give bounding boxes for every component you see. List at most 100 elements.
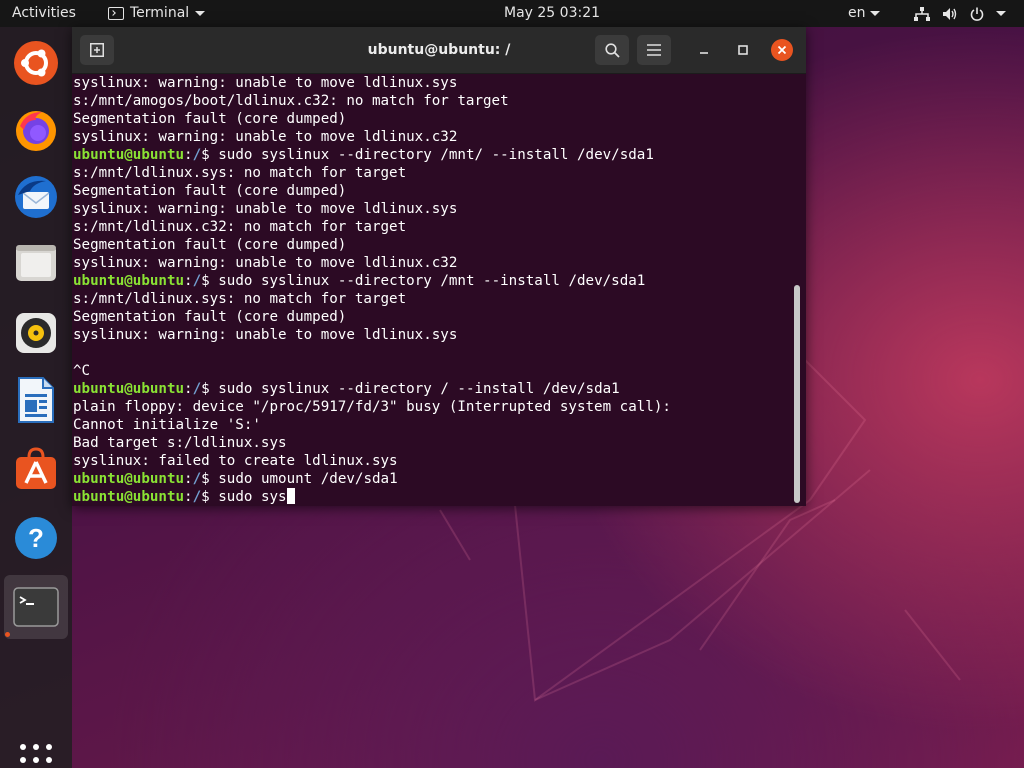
output-line: s:/mnt/amogos/boot/ldlinux.c32: no match… — [73, 93, 509, 109]
terminal-app-icon — [108, 7, 124, 20]
prompt-separator: : — [184, 489, 193, 504]
command-line: ubuntu@ubuntu:/$ sudo syslinux --directo… — [73, 272, 793, 290]
command-text: sudo syslinux --directory /mnt --install… — [218, 273, 646, 289]
ubuntu-installer-icon — [14, 41, 58, 85]
prompt-separator: : — [184, 381, 193, 397]
prompt-separator: : — [184, 273, 193, 289]
minimize-icon — [700, 52, 708, 54]
maximize-button[interactable] — [732, 39, 754, 61]
chevron-down-icon — [869, 11, 880, 16]
output-line: syslinux: failed to create ldlinux.sys — [73, 453, 398, 469]
chevron-down-icon — [996, 11, 1006, 16]
dock-item-ubuntu-software[interactable] — [8, 441, 64, 497]
app-menu-label: Terminal — [130, 5, 190, 21]
system-menu-button[interactable] — [914, 0, 1006, 27]
terminal-icon — [13, 587, 59, 627]
command-text: sudo syslinux --directory /mnt/ --instal… — [218, 147, 654, 163]
thunderbird-icon — [15, 176, 57, 218]
power-icon — [970, 7, 984, 21]
output-line: s:/mnt/ldlinux.sys: no match for target — [73, 165, 407, 181]
dock-item-files[interactable] — [8, 235, 64, 291]
output-line: Segmentation fault (core dumped) — [73, 237, 347, 253]
ubuntu-software-icon — [16, 447, 56, 489]
prompt-separator: : — [184, 147, 193, 163]
prompt-path: / — [192, 147, 202, 163]
top-bar: Activities Terminal May 25 03:21 en — [0, 0, 1024, 27]
chevron-down-icon — [195, 11, 206, 16]
command-text: sudo sys — [218, 489, 287, 504]
prompt-user: ubuntu@ubuntu — [73, 489, 185, 504]
files-icon — [16, 245, 56, 281]
current-command-line: ubuntu@ubuntu:/$ sudo sys — [73, 488, 793, 504]
show-applications-button[interactable] — [19, 743, 53, 768]
language-indicator[interactable]: en — [848, 0, 880, 27]
dock-item-terminal[interactable] — [4, 575, 68, 639]
hamburger-icon — [647, 44, 661, 56]
output-line: syslinux: warning: unable to move ldlinu… — [73, 327, 458, 343]
prompt-user: ubuntu@ubuntu — [73, 147, 185, 163]
volume-icon — [943, 7, 957, 20]
activities-button[interactable]: Activities — [12, 0, 76, 27]
dock-item-rhythmbox[interactable] — [8, 305, 64, 361]
prompt-path: / — [192, 381, 202, 397]
help-icon: ? — [15, 517, 57, 559]
app-menu-button[interactable]: Terminal — [108, 0, 206, 27]
command-text: sudo umount /dev/sda1 — [218, 471, 398, 487]
output-line: s:/mnt/ldlinux.c32: no match for target — [73, 219, 407, 235]
language-label: en — [848, 5, 866, 21]
dock-item-thunderbird[interactable] — [8, 169, 64, 225]
prompt-separator: : — [184, 471, 193, 487]
prompt-user: ubuntu@ubuntu — [73, 273, 185, 289]
command-text: sudo syslinux --directory / --install /d… — [218, 381, 620, 397]
libreoffice-writer-icon — [18, 377, 54, 423]
command-line: ubuntu@ubuntu:/$ sudo syslinux --directo… — [73, 146, 793, 164]
rhythmbox-icon — [16, 313, 56, 353]
prompt-path: / — [192, 273, 202, 289]
prompt-symbol: $ — [201, 273, 219, 289]
command-line: ubuntu@ubuntu:/$ sudo umount /dev/sda1 — [73, 470, 793, 488]
search-icon — [604, 42, 620, 58]
dock-item-firefox[interactable] — [8, 102, 64, 158]
command-line: ubuntu@ubuntu:/$ sudo syslinux --directo… — [73, 380, 793, 398]
terminal-window[interactable]: ubuntu@ubuntu: / syslinux: warning: unab… — [72, 27, 806, 506]
menu-button[interactable] — [637, 35, 671, 65]
firefox-icon — [16, 111, 56, 151]
prompt-user: ubuntu@ubuntu — [73, 381, 185, 397]
output-line: syslinux: warning: unable to move ldlinu… — [73, 255, 458, 271]
terminal-output[interactable]: syslinux: warning: unable to move ldlinu… — [72, 74, 793, 504]
search-button[interactable] — [595, 35, 629, 65]
clock-button[interactable]: May 25 03:21 — [504, 0, 600, 27]
close-button[interactable] — [771, 39, 793, 61]
output-line: syslinux: warning: unable to move ldlinu… — [73, 75, 458, 91]
dock: ? — [0, 27, 72, 768]
svg-text:?: ? — [28, 523, 44, 553]
output-line: plain floppy: device "/proc/5917/fd/3" b… — [73, 399, 671, 415]
prompt-symbol: $ — [201, 471, 219, 487]
output-line: Segmentation fault (core dumped) — [73, 111, 347, 127]
grid-icon — [20, 744, 52, 763]
output-line: syslinux: warning: unable to move ldlinu… — [73, 201, 458, 217]
dock-item-help[interactable]: ? — [8, 510, 64, 566]
prompt-symbol: $ — [201, 489, 219, 504]
dock-item-libreoffice-writer[interactable] — [8, 372, 64, 428]
network-icon — [914, 6, 930, 21]
scrollbar-thumb[interactable] — [794, 285, 800, 503]
output-line: Segmentation fault (core dumped) — [73, 183, 347, 199]
dock-item-ubuntu-installer[interactable] — [8, 35, 64, 91]
output-line: Bad target s:/ldlinux.sys — [73, 435, 287, 451]
prompt-symbol: $ — [201, 147, 219, 163]
output-line: Segmentation fault (core dumped) — [73, 309, 347, 325]
text-cursor — [286, 488, 295, 504]
running-indicator — [5, 632, 10, 637]
prompt-symbol: $ — [201, 381, 219, 397]
output-line: syslinux: warning: unable to move ldlinu… — [73, 129, 458, 145]
output-line: s:/mnt/ldlinux.sys: no match for target — [73, 291, 407, 307]
close-icon — [777, 45, 787, 55]
minimize-button[interactable] — [693, 39, 715, 61]
output-line: ^C — [73, 363, 91, 379]
prompt-user: ubuntu@ubuntu — [73, 471, 185, 487]
prompt-path: / — [192, 489, 202, 504]
output-line: Cannot initialize 'S:' — [73, 417, 261, 433]
title-bar[interactable]: ubuntu@ubuntu: / — [72, 27, 806, 74]
